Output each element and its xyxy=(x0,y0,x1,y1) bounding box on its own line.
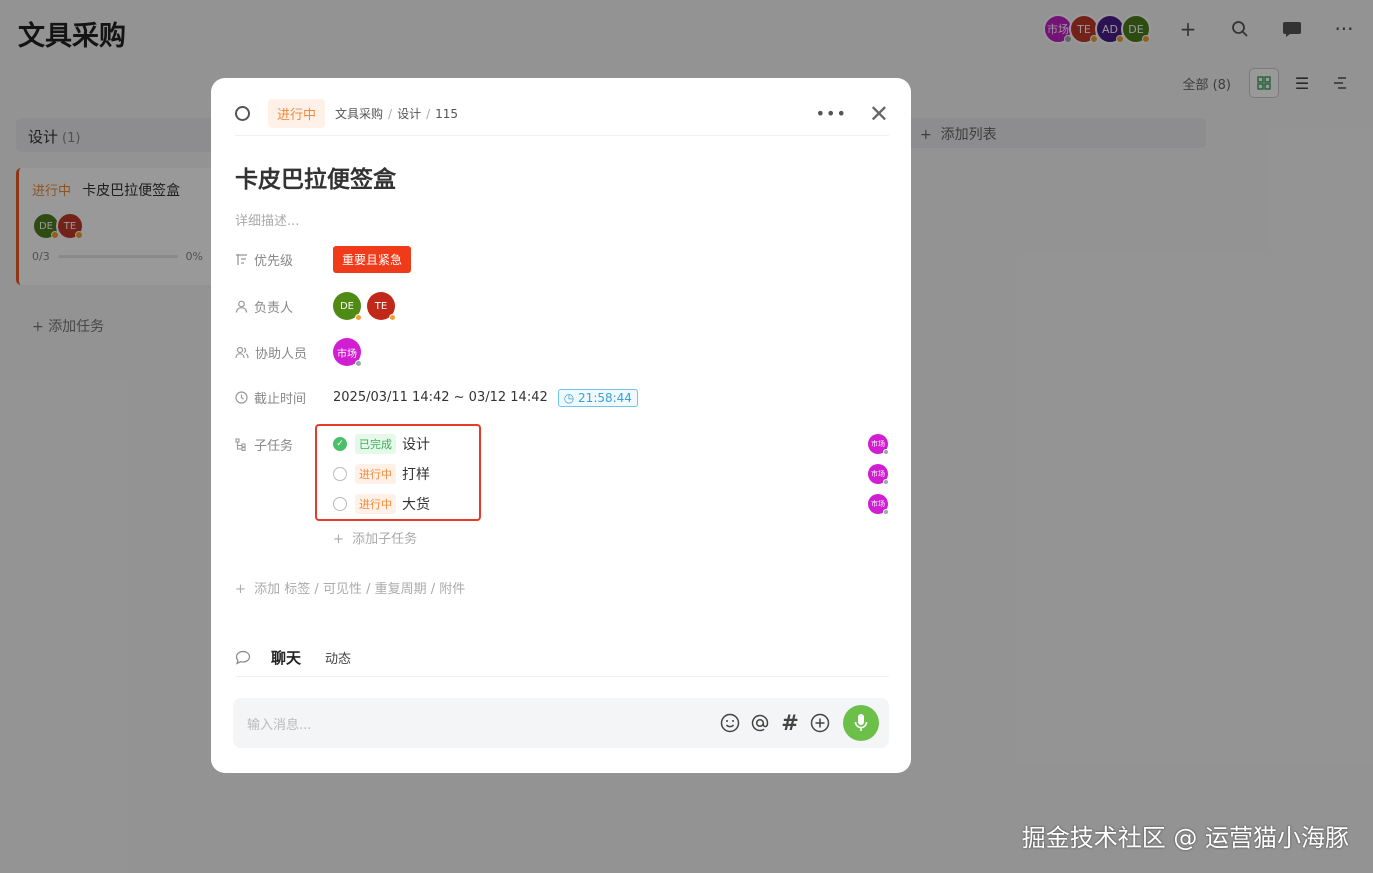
breadcrumb-item[interactable]: 文具采购 xyxy=(335,107,383,121)
owner-avatar[interactable]: DE xyxy=(333,292,362,321)
modal-header: 进行中 文具采购 / 设计/115 ••• ✕ xyxy=(235,96,889,136)
user-icon xyxy=(235,300,248,313)
emoji-icon[interactable] xyxy=(719,712,741,734)
mention-icon[interactable] xyxy=(749,712,771,734)
microphone-icon[interactable] xyxy=(843,705,879,741)
subtask-status: 已完成 xyxy=(355,434,396,454)
close-icon[interactable]: ✕ xyxy=(869,102,889,126)
deadline-row: 截止时间 2025/03/11 14:42 ~ 03/12 14:42 ◷ 21… xyxy=(235,388,638,407)
subtask-title: 打样 xyxy=(402,467,430,483)
checkbox-icon[interactable] xyxy=(333,497,347,511)
check-icon[interactable]: ✓ xyxy=(333,437,347,451)
tab-activity[interactable]: 动态 xyxy=(325,648,351,667)
subtask-assignee-avatar[interactable]: 市场 xyxy=(868,464,889,485)
owner-avatar[interactable]: TE xyxy=(367,292,396,321)
helper-avatar[interactable]: 市场 xyxy=(333,338,362,367)
subtask-assignee-avatar[interactable]: 市场 xyxy=(868,434,889,455)
subtask-item[interactable]: 进行中 大货 xyxy=(333,494,430,514)
priority-badge[interactable]: 重要且紧急 xyxy=(333,246,412,273)
subtask-icon xyxy=(235,438,246,451)
chat-bubble-icon xyxy=(235,650,251,665)
checkbox-icon[interactable] xyxy=(333,467,347,481)
complete-toggle[interactable] xyxy=(235,106,250,121)
breadcrumb: 文具采购 / 设计/115 xyxy=(335,107,459,121)
subtask-item[interactable]: ✓ 已完成 设计 xyxy=(333,434,430,454)
breadcrumb-item[interactable]: 设计 xyxy=(397,107,421,121)
subtask-status: 进行中 xyxy=(355,464,396,484)
clock-icon xyxy=(235,391,248,404)
message-input[interactable]: 输入消息... xyxy=(247,714,719,733)
tab-chat[interactable]: 聊天 xyxy=(271,647,301,668)
deadline-value[interactable]: 2025/03/11 14:42 ~ 03/12 14:42 xyxy=(333,390,548,405)
subtask-title: 大货 xyxy=(402,497,430,513)
countdown-badge: ◷ 21:58:44 xyxy=(557,388,638,407)
subtask-title: 设计 xyxy=(402,437,430,453)
subtask-item[interactable]: 进行中 打样 xyxy=(333,464,430,484)
add-subtask-button[interactable]: + 添加子任务 xyxy=(333,528,417,547)
watermark: 掘金技术社区 @ 运营猫小海豚 xyxy=(1021,824,1349,852)
more-icon[interactable]: ••• xyxy=(816,104,847,123)
priority-row: 优先级 重要且紧急 xyxy=(235,246,412,273)
helper-row: 协助人员 市场 xyxy=(235,338,367,367)
add-circle-icon[interactable] xyxy=(809,712,831,734)
users-icon xyxy=(235,346,249,358)
task-title[interactable]: 卡皮巴拉便签盒 xyxy=(235,160,396,194)
breadcrumb-item: 115 xyxy=(435,107,459,121)
task-detail-modal: 进行中 文具采购 / 设计/115 ••• ✕ 卡皮巴拉便签盒 详细描述... 优先… xyxy=(211,78,911,773)
status-badge[interactable]: 进行中 xyxy=(268,99,326,128)
priority-icon xyxy=(236,254,247,265)
subtask-assignee-avatar[interactable]: 市场 xyxy=(868,494,889,515)
description-field[interactable]: 详细描述... xyxy=(235,210,299,229)
message-composer: 输入消息... # xyxy=(233,698,889,748)
add-attributes-button[interactable]: + 添加 标签 / 可见性 / 重复周期 / 附件 xyxy=(235,578,465,597)
owner-row: 负责人 DE TE xyxy=(235,292,401,321)
hashtag-icon[interactable]: # xyxy=(779,711,801,735)
modal-tabs: 聊天 动态 xyxy=(235,639,889,677)
subtask-status: 进行中 xyxy=(355,494,396,514)
